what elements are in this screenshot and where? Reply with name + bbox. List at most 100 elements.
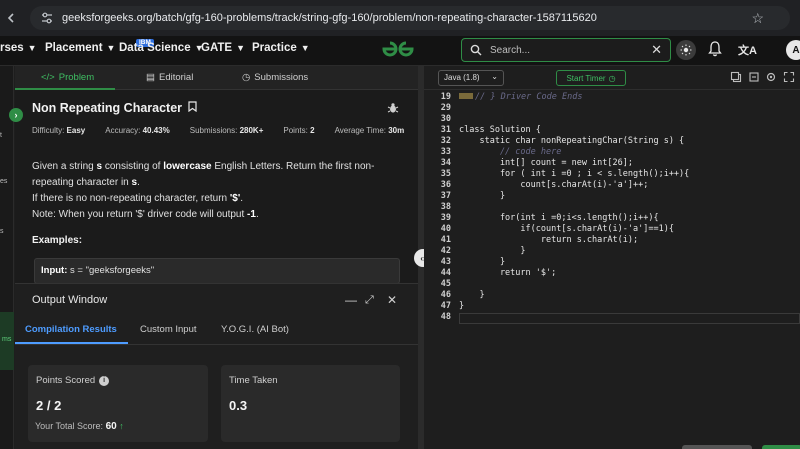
editor-toolbar: Java (1.8) ⌄ Start Timer ◷ [424,66,800,90]
avg-time-value: 30m [388,126,405,135]
line-number: 42 [440,246,451,256]
line-number: 36 [440,180,451,190]
points-label: Points Scored i [36,375,110,386]
cursor-line-highlight [459,313,800,324]
points-value: 2 [310,126,315,135]
close-icon[interactable]: ✕ [387,293,397,307]
line-number: 46 [440,290,451,300]
time-label: Time Taken [229,375,278,386]
time-card: Time Taken 0.3 [221,365,400,442]
bell-icon[interactable] [708,41,722,57]
theme-toggle-button[interactable] [676,40,696,60]
search-box[interactable]: Search... ✕ [461,38,671,62]
nav-practice[interactable]: Practice ▼ [252,42,310,54]
tab-submissions[interactable]: ◷ Submissions [242,72,308,83]
line-number: 19 [440,92,451,102]
code-line: static char nonRepeatingChar(String s) { [459,136,685,146]
line-number: 34 [440,158,451,168]
line-number: 43 [440,257,451,267]
tab-editorial[interactable]: ▤ Editorial [146,72,193,83]
chevron-down-icon: ▼ [106,43,116,53]
avatar[interactable]: A [786,40,800,60]
difficulty-value: Easy [66,126,86,135]
copy-icon[interactable] [730,71,742,83]
chevron-down-icon: ⌄ [491,72,498,81]
timer-icon: ◷ [608,73,616,83]
line-number: 33 [440,147,451,157]
code-line: return '$'; [459,268,557,278]
rail-label[interactable]: s [0,228,4,235]
code-line: int[] count = new int[26]; [459,158,633,168]
nav-courses[interactable]: rses ▼ [0,42,37,54]
search-input[interactable]: Search... [490,45,530,56]
example-box: Input: s = "geeksforgeeks" [34,258,400,284]
back-arrow-icon[interactable] [0,7,22,29]
fullscreen-icon[interactable] [783,71,795,83]
accuracy-value: 40.43% [142,126,170,135]
minimize-icon[interactable]: — [345,293,357,307]
nav-gate[interactable]: GATE ▼ [201,42,245,54]
code-line: } [459,246,526,256]
address-bar[interactable]: geeksforgeeks.org/batch/gfg-160-problems… [30,6,790,30]
bug-report-icon[interactable] [387,102,399,114]
line-gutter: 19 29 30 31 32 33 34 35 36 37 38 39 40 4… [424,90,458,449]
code-area[interactable]: 19 29 30 31 32 33 34 35 36 37 38 39 40 4… [424,90,800,449]
rail-label[interactable]: ms [2,336,11,343]
clear-search-icon[interactable]: ✕ [651,42,662,58]
line-number: 40 [440,224,451,234]
reset-icon[interactable] [748,71,760,83]
bookmark-icon[interactable] [187,101,197,113]
output-window: Output Window — ⤢ ✕ Compilation Results … [15,283,418,449]
problem-description-line: Note: When you return '$' driver code wi… [32,209,259,220]
code-line: } [459,191,506,201]
line-number: 38 [440,202,451,212]
code-line: } [459,257,506,267]
total-score: Your Total Score: 60 ↑ [35,421,124,432]
nav-data-science[interactable]: Data Science ▼ [119,42,204,54]
code-line: if(count[s.charAt(i)-'a']==1){ [459,224,674,234]
tab-custom-input[interactable]: Custom Input [140,324,197,335]
site-settings-icon[interactable] [40,11,54,25]
line-number: 47 [440,301,451,311]
line-number: 41 [440,235,451,245]
fold-marker[interactable] [459,93,473,99]
tab-compilation-results[interactable]: Compilation Results [25,324,117,335]
code-line: } [459,290,485,300]
bookmark-star-icon[interactable]: ☆ [751,10,764,27]
line-number: 44 [440,268,451,278]
left-rail: t es s ms [0,66,14,449]
sun-icon [680,44,692,56]
code-line: // } Driver Code Ends [475,92,583,102]
output-title: Output Window [32,294,108,306]
points-card: Points Scored i 2 / 2 Your Total Score: … [28,365,208,442]
settings-icon[interactable] [765,71,777,83]
code-line: // code here [459,147,562,157]
page-title: Non Repeating Character [32,101,197,115]
code-lines[interactable]: // } Driver Code Ends class Solution { s… [459,90,800,449]
start-timer-button[interactable]: Start Timer ◷ [556,70,626,86]
translate-icon[interactable]: 文A [738,42,757,58]
expand-icon[interactable]: ⤢ [365,294,374,307]
code-line: class Solution { [459,125,541,135]
language-select[interactable]: Java (1.8) ⌄ [438,70,504,86]
rail-label[interactable]: es [0,178,7,185]
chevron-down-icon: ▼ [300,43,310,53]
code-line: for ( int i =0 ; i < s.length();i++){ [459,169,690,179]
problem-tabs: </> Problem ▤ Editorial ◷ Submissions [15,66,418,90]
rail-label[interactable]: t [0,132,2,139]
line-number: 31 [440,125,451,135]
expand-sidebar-button[interactable]: › [9,108,23,122]
nav-placement[interactable]: Placement ▼ [45,42,115,54]
gfg-logo-icon[interactable] [378,38,418,60]
tab-yogi-ai-bot[interactable]: Y.O.G.I. (AI Bot) [221,324,289,335]
clock-icon: ◷ [242,72,251,83]
examples-heading: Examples: [32,235,83,246]
info-icon[interactable]: i [99,375,110,386]
search-icon [470,44,482,56]
chevron-down-icon: ▼ [27,43,37,53]
line-number: 37 [440,191,451,201]
tab-problem[interactable]: </> Problem [41,72,94,83]
submit-button[interactable] [762,445,800,449]
code-line: return s.charAt(i); [459,235,639,245]
compile-run-button[interactable] [682,445,752,449]
